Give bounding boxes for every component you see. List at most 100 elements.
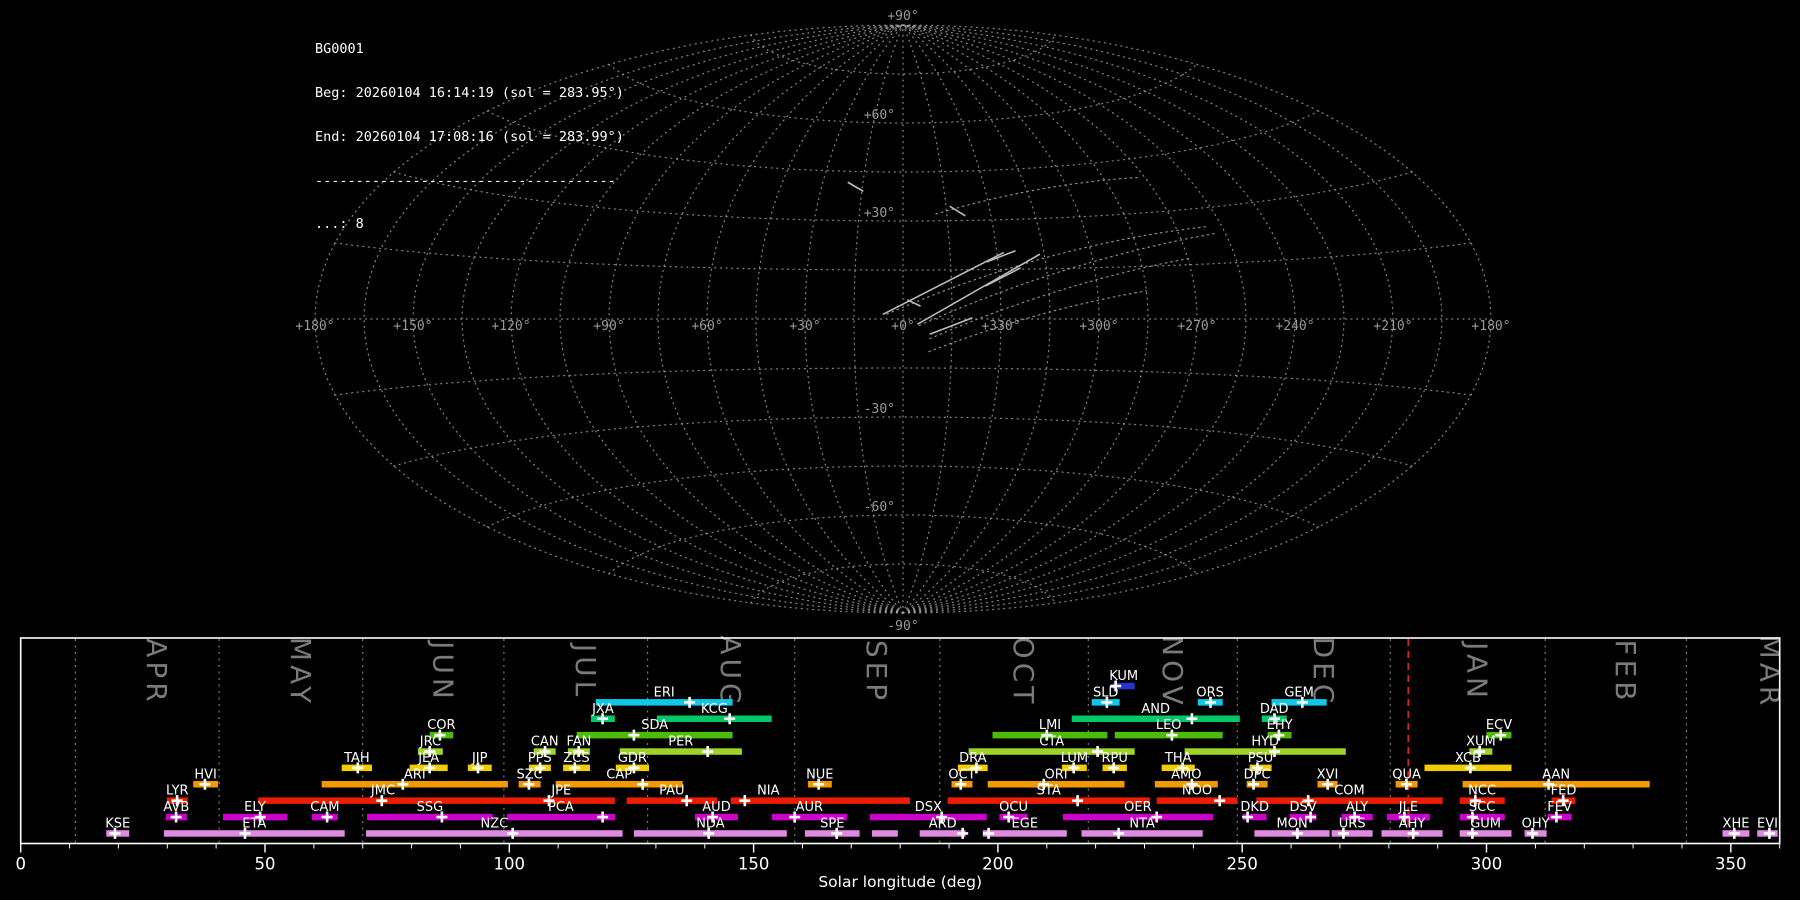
shower-label: NTA xyxy=(1129,816,1155,831)
shower-label: AUR xyxy=(796,800,823,815)
shower-label: STA xyxy=(1037,784,1061,799)
shower-label: JMC xyxy=(370,784,395,799)
shower-label: LEO xyxy=(1156,718,1182,733)
shower-label: OHY xyxy=(1522,816,1550,831)
shower-label: AVB xyxy=(163,800,189,815)
shower-label: PCA xyxy=(548,800,574,815)
sky-grid-parallel xyxy=(393,416,1413,467)
month-label: MAR xyxy=(1753,635,1786,710)
shower-label: JPE xyxy=(550,784,571,799)
shower-label: SCC xyxy=(1469,800,1495,815)
shower-label: HVI xyxy=(194,767,217,782)
meteor-trail xyxy=(847,181,864,192)
shower-label: JEA xyxy=(417,751,439,766)
month-label: JUL xyxy=(569,642,602,700)
shower-label: LYR xyxy=(166,784,189,799)
axis-tick-label: 150 xyxy=(738,855,770,874)
sky-latitude-label: +30° xyxy=(864,206,895,221)
shower-label: THA xyxy=(1164,751,1192,766)
axis-tick-label: 250 xyxy=(1226,855,1258,874)
sky-longitude-label: +120° xyxy=(491,319,530,334)
shower-label: URS xyxy=(1339,816,1366,831)
axis-tick-label: 50 xyxy=(255,855,276,874)
shower-label: ARD xyxy=(929,816,957,831)
shower-label: KCG xyxy=(701,702,728,717)
meteor-trail xyxy=(882,252,1005,315)
shower-label: PAU xyxy=(659,784,684,799)
shower-label: RPU xyxy=(1102,751,1128,766)
meteor-count-line: ...: 8 xyxy=(315,216,364,233)
sky-longitude-label: +90° xyxy=(593,319,624,334)
shower-label: AND xyxy=(1141,702,1170,717)
shower-label: DRA xyxy=(959,751,987,766)
shower-label: AMO xyxy=(1171,767,1201,782)
meteor-plot-canvas: +90° -90° +180° +150° +120° +90° +60° +30° +0° +3… xyxy=(15,9,1786,891)
sky-longitude-label: +210° xyxy=(1373,319,1412,334)
meteor-trail xyxy=(986,250,1016,263)
sky-longitude-label: +60° xyxy=(691,319,722,334)
month-label: AUG xyxy=(714,635,747,708)
shower-label: SLD xyxy=(1093,685,1119,700)
shower-label: ETA xyxy=(242,816,266,831)
shower-peak-marker xyxy=(597,811,609,823)
shower-label: ERI xyxy=(654,685,675,700)
shower-label: CTA xyxy=(1039,735,1064,750)
shower-label: EVI xyxy=(1757,816,1778,831)
axis-tick-label: 200 xyxy=(982,855,1014,874)
month-label: JAN xyxy=(1461,640,1494,702)
shower-label: JIP xyxy=(471,751,488,766)
sky-latitude-label: +60° xyxy=(864,108,895,123)
axis-tick-label: 0 xyxy=(15,855,26,874)
shower-label: PSU xyxy=(1248,751,1274,766)
shower-label: ECV xyxy=(1486,718,1512,733)
shower-label: ALY xyxy=(1346,800,1368,815)
shower-label: ORI xyxy=(1045,767,1068,782)
shower-label: XCB xyxy=(1455,751,1481,766)
shower-label: FAN xyxy=(566,735,591,750)
shower-label: ORS xyxy=(1196,685,1224,700)
axis-tick-label: 300 xyxy=(1471,855,1503,874)
meteor-trail-arc xyxy=(886,226,1207,315)
meteor-trail-arc xyxy=(935,176,1140,215)
shower-label: CAN xyxy=(531,735,559,750)
shower-label: LMI xyxy=(1039,718,1061,733)
begin-time-line: Beg: 20260104 16:14:19 (sol = 283.95°) xyxy=(315,84,624,101)
month-label: NOV xyxy=(1156,635,1189,709)
shower-peak-marker xyxy=(702,746,714,757)
month-label: FEB xyxy=(1609,639,1642,704)
shower-label: SZC xyxy=(516,767,542,782)
shower-label: HYD xyxy=(1251,735,1279,750)
shower-label: AAN xyxy=(1542,767,1570,782)
shower-peak-marker xyxy=(628,729,640,741)
shower-label: DAD xyxy=(1260,702,1289,717)
sky-longitude-label: +180° xyxy=(1471,319,1510,334)
month-label: OCT xyxy=(1007,637,1040,708)
shower-label: EHY xyxy=(1267,718,1293,733)
sky-pole-top-label: +90° xyxy=(887,9,918,24)
shower-label: FED xyxy=(1551,784,1577,799)
axis-title: Solar longitude (deg) xyxy=(818,873,982,891)
shower-label: QUA xyxy=(1392,767,1421,782)
shower-label: JRC xyxy=(419,735,441,750)
shower-label: NUE xyxy=(806,767,833,782)
shower-peak-marker xyxy=(1113,827,1125,839)
shower-peak-marker xyxy=(739,795,751,807)
axis-tick-label: 350 xyxy=(1715,855,1747,874)
shower-label: MON xyxy=(1277,816,1308,831)
shower-label: PER xyxy=(668,735,693,750)
meteor-trail xyxy=(985,267,1021,287)
shower-label: KUM xyxy=(1109,669,1138,684)
sky-longitude-label: +330° xyxy=(981,319,1020,334)
shower-label: NCC xyxy=(1468,784,1496,799)
sky-pole-bottom-label: -90° xyxy=(887,619,918,634)
month-label: APR xyxy=(140,638,173,706)
shower-label: EGE xyxy=(1012,816,1039,831)
shower-label: CAP xyxy=(606,767,632,782)
shower-label: SPE xyxy=(820,816,844,831)
shower-label: AUD xyxy=(702,800,730,815)
shower-peak-marker xyxy=(1186,713,1198,725)
sky-longitude-label: +240° xyxy=(1275,319,1314,334)
shower-label: LUM xyxy=(1061,751,1088,766)
shower-label: OCT xyxy=(948,767,975,782)
shower-peak-marker xyxy=(684,696,696,708)
